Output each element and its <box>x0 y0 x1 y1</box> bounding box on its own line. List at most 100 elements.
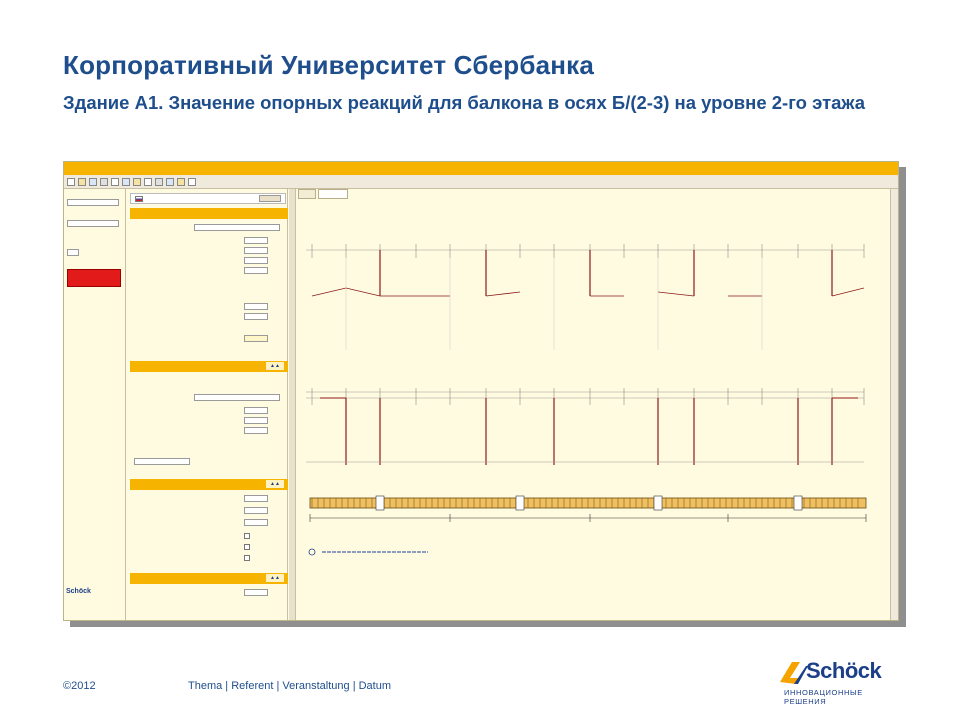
balcony-parameters-panel: ▲▲ ▲▲ ▲▲ <box>128 189 288 620</box>
checkbox[interactable] <box>244 544 250 550</box>
reaction-curve <box>831 287 865 297</box>
type-select[interactable] <box>194 224 280 231</box>
schoeck-balkonplan-logo: Schöck <box>66 588 91 595</box>
redo-icon[interactable] <box>144 177 152 186</box>
param-input[interactable] <box>244 519 268 526</box>
project-name-field[interactable] <box>67 199 119 206</box>
param-input[interactable] <box>244 313 268 320</box>
project-panel: Schöck <box>64 189 126 620</box>
slide-subtitle: Здание А1. Значение опорных реакций для … <box>63 92 866 113</box>
param-row <box>134 237 284 245</box>
checkbox[interactable] <box>244 533 250 539</box>
param-row <box>134 544 284 552</box>
param-input[interactable] <box>244 589 268 596</box>
tab-support-reactions[interactable] <box>318 189 348 199</box>
param-row <box>134 417 284 425</box>
param-input[interactable] <box>244 507 268 514</box>
help-icon[interactable] <box>188 177 196 186</box>
param-row <box>134 519 284 527</box>
param-input[interactable] <box>244 427 268 434</box>
calculate-icon[interactable] <box>177 177 185 186</box>
param-input[interactable] <box>244 495 268 502</box>
tab-drawing[interactable] <box>298 189 317 199</box>
schoeck-mini-wordmark: Schöck <box>66 588 91 595</box>
new-file-icon[interactable] <box>67 177 75 186</box>
param-input[interactable] <box>244 267 268 274</box>
type-select[interactable] <box>194 394 280 401</box>
params-scrollbar[interactable] <box>289 189 296 620</box>
support-reactions-drawing <box>298 200 890 620</box>
connection-select[interactable] <box>134 458 190 465</box>
param-row <box>134 458 284 466</box>
slide-title: Корпоративный Университет Сбербанка <box>63 50 595 80</box>
menu-item[interactable] <box>182 166 190 172</box>
zoom-icon[interactable] <box>155 177 163 186</box>
checkbox[interactable] <box>244 555 250 561</box>
menu-item[interactable] <box>124 166 133 172</box>
collapse-arrows-icon[interactable]: ▲▲ <box>266 362 284 370</box>
info-icon <box>308 548 316 556</box>
menu-item[interactable] <box>105 166 114 172</box>
view-tabs <box>298 189 348 199</box>
drawing-scrollbar[interactable] <box>890 189 898 620</box>
param-input[interactable] <box>244 335 268 342</box>
settings-icon[interactable] <box>166 177 174 186</box>
section-loads[interactable]: ▲▲ <box>130 573 288 584</box>
param-row <box>134 555 284 563</box>
app-menubar <box>64 162 898 175</box>
param-row <box>134 257 284 265</box>
menu-item[interactable] <box>68 166 76 172</box>
param-row <box>134 247 284 255</box>
strip-gap <box>515 495 525 511</box>
print-icon[interactable] <box>100 177 108 186</box>
menu-item[interactable] <box>86 166 95 172</box>
param-row <box>134 335 284 343</box>
param-row <box>134 267 284 275</box>
param-row <box>134 507 284 515</box>
param-row <box>134 427 284 435</box>
section-connection-parameters[interactable]: ▲▲ <box>130 361 288 372</box>
param-row <box>134 407 284 415</box>
copy-icon[interactable] <box>111 177 119 186</box>
param-row <box>134 313 284 321</box>
app-toolbar <box>64 175 898 189</box>
country-norm-selector[interactable] <box>130 193 286 204</box>
save-icon[interactable] <box>89 177 97 186</box>
param-input[interactable] <box>244 257 268 264</box>
section-general-data[interactable]: ▲▲ <box>130 479 288 490</box>
software-screenshot: Schöck ▲▲ ▲▲ ▲▲ <box>63 161 899 621</box>
param-input[interactable] <box>244 417 268 424</box>
collapse-arrows-icon[interactable]: ▲▲ <box>266 574 284 582</box>
param-row <box>134 495 284 503</box>
param-input[interactable] <box>244 237 268 244</box>
footer-meta: Thema | Referent | Veranstaltung | Datum <box>188 680 392 692</box>
strip-gap <box>793 495 803 511</box>
open-folder-icon[interactable] <box>78 177 86 186</box>
schoeck-logo: Schöck ИННОВАЦИОННЫЕ РЕШЕНИЯ <box>776 656 906 706</box>
param-input[interactable] <box>244 247 268 254</box>
schoeck-tagline: ИННОВАЦИОННЫЕ РЕШЕНИЯ <box>784 688 863 706</box>
reaction-diagrams <box>306 244 867 556</box>
reaction-segment <box>485 291 521 297</box>
param-row <box>134 589 284 597</box>
param-row <box>134 224 284 232</box>
collapse-arrows-icon[interactable]: ▲▲ <box>266 480 284 488</box>
position-field[interactable] <box>67 220 119 227</box>
menu-item[interactable] <box>161 166 172 172</box>
param-input[interactable] <box>244 407 268 414</box>
paste-icon[interactable] <box>122 177 130 186</box>
status-alert-box[interactable] <box>67 269 121 287</box>
undo-icon[interactable] <box>133 177 141 186</box>
quantity-field[interactable] <box>67 249 79 256</box>
section-balcony-parameters[interactable] <box>130 208 288 219</box>
schoeck-wordmark: Schöck <box>806 658 882 683</box>
param-input[interactable] <box>244 303 268 310</box>
norm-change-button[interactable] <box>259 195 281 202</box>
russia-flag-icon <box>135 196 143 202</box>
menu-item[interactable] <box>143 166 151 172</box>
menu-item[interactable] <box>199 166 207 172</box>
footer-copyright: ©2012 <box>63 680 96 692</box>
reaction-segment <box>657 291 695 297</box>
strip-gap <box>375 495 385 511</box>
param-row <box>134 394 284 402</box>
